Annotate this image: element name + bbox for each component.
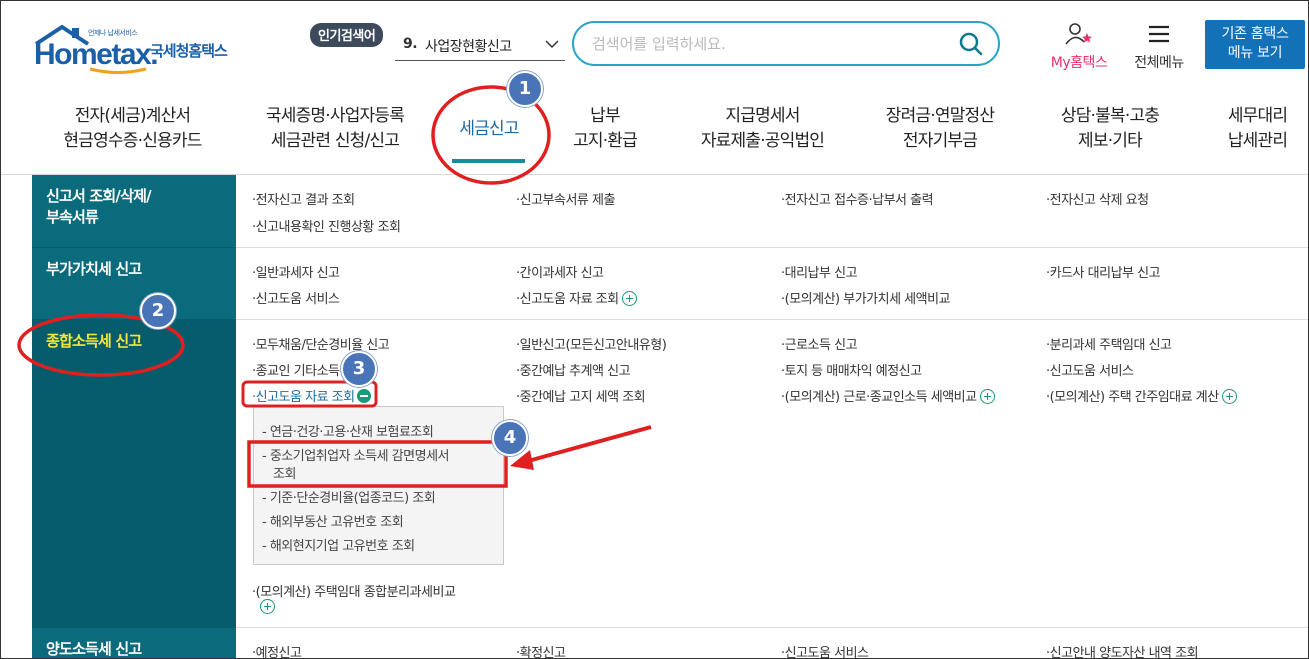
search-input[interactable] [592,32,932,56]
menu-link[interactable]: ·전자신고 접수증·납부서 출력 [781,189,934,208]
search-box [572,21,1000,66]
step-badge-3: 3 [341,351,377,387]
menu-link[interactable]: ·모두채움/단순경비율 신고 [252,334,390,353]
menu-link[interactable]: ·(모의계산) 주택임대 종합분리과세비교 [252,581,456,600]
menu-link[interactable]: ·근로소득 신고 [781,334,858,353]
user-star-icon [1065,23,1092,45]
menu-link[interactable]: ·카드사 대리납부 신고 [1046,262,1161,281]
popular-search-term: 사업장현황신고 [425,39,512,55]
step-badge-1: 1 [507,71,543,107]
menu-link[interactable]: ·전자신고 결과 조회 [252,189,355,208]
submenu-item[interactable]: - 기준·단순경비율(업종코드) 조회 [262,487,436,506]
category-report-inquiry[interactable]: 신고서 조회/삭제/부속서류 [32,175,236,247]
menu-link[interactable]: ·신고도움 서비스 [252,288,340,307]
menu-link[interactable]: ·전자신고 삭제 요청 [1046,189,1149,208]
step-badge-2: 2 [140,293,176,329]
expand-plus-icon[interactable] [260,599,275,614]
menu-link[interactable]: ·(모의계산) 부가가치세 세액비교 [781,288,951,307]
menu-link-report-help-data[interactable]: ·신고도움 자료 조회 [252,386,371,405]
hamburger-menu-icon [1149,25,1169,43]
submenu-pointer [236,467,243,479]
gnb-consultation[interactable]: 상담·불복·고충 제보·기타 [1040,104,1180,154]
menu-link[interactable]: ·신고내용확인 진행상황 조회 [252,216,401,235]
logo-slogan: 언제나 납세서비스 [88,29,138,37]
row-divider [236,319,1309,320]
gnb-e-invoice[interactable]: 전자(세금)계산서 현금영수증·신용카드 [50,104,215,154]
submenu-item[interactable]: - 해외부동산 고유번호 조회 [262,511,404,530]
category-income-tax[interactable]: 종합소득세 신고 [32,320,236,627]
menu-link[interactable]: ·중간예납 추계액 신고 [516,360,631,379]
old-home-line1: 기존 홈택스 [1221,26,1289,42]
menu-link[interactable]: ·중간예납 고지 세액 조회 [516,386,646,405]
gnb-payment-statement[interactable]: 지급명세서 자료제출·공익법인 [685,104,840,154]
submenu-item[interactable]: - 연금·건강·고용·산재 보험료조회 [262,421,434,440]
my-hometax-button[interactable]: My홈택스 [1040,22,1118,72]
submenu-item-sme-tax-reduction[interactable]: - 중소기업취업자 소득세 감면명세서 [262,445,450,464]
logo-korean-name: 국세청홈택스 [150,42,228,60]
my-hometax-label: My홈택스 [1050,55,1108,71]
chevron-down-icon [545,40,559,49]
collapse-minus-icon[interactable] [356,389,371,403]
expand-plus-icon[interactable] [621,291,637,306]
menu-link-expandable[interactable]: ·(모의계산) 주택 간주임대료 계산 [1046,386,1237,405]
menu-link-expandable[interactable]: ·신고도움 자료 조회 [516,288,637,307]
expand-plus-icon[interactable] [979,389,995,404]
category-vat[interactable]: 부가가치세 신고 [32,248,236,319]
menu-link[interactable]: ·분리과세 주택임대 신고 [1046,334,1172,353]
menu-link[interactable]: ·예정신고 [252,642,302,659]
popular-search-rank: 9. [403,36,418,52]
menu-link[interactable]: ·신고도움 서비스 [1046,360,1134,379]
menu-link[interactable]: ·간이과세자 신고 [516,262,604,281]
menu-link[interactable]: ·확정신고 [516,642,566,659]
row-divider [236,627,1309,628]
submenu-item[interactable]: - 해외현지기업 고유번호 조회 [262,535,415,554]
gnb-payment[interactable]: 납부 고지·환급 [555,104,655,154]
popular-search-dropdown[interactable]: 9. 사업장현황신고 [395,30,565,61]
arrow-line [527,425,652,463]
menu-link[interactable]: ·일반과세자 신고 [252,262,340,281]
gnb-incentives[interactable]: 장려금·연말정산 전자기부금 [870,104,1010,154]
step-badge-4: 4 [492,420,528,456]
logo-swoosh-icon [89,67,147,74]
submenu-item-continuation[interactable]: 조회 [273,463,296,482]
gnb-certificates[interactable]: 국세증명·사업자등록 세금관련 신청/신고 [250,104,420,154]
old-home-line2: 메뉴 보기 [1227,45,1283,61]
gnb-active-underline [452,159,525,163]
menu-link[interactable]: ·신고도움 서비스 [781,642,869,659]
submenu-panel: - 연금·건강·고용·산재 보험료조회 - 중소기업취업자 소득세 감면명세서 … [253,406,504,565]
menu-link[interactable]: ·신고부속서류 제출 [516,189,615,208]
gnb-tax-agent[interactable]: 세무대리 납세관리 [1210,104,1305,154]
category-capital-gains[interactable]: 양도소득세 신고 [32,628,236,659]
menu-link[interactable]: ·토지 등 매매차익 예정신고 [781,360,922,379]
menu-link[interactable]: ·대리납부 신고 [781,262,858,281]
gnb-tax-filing[interactable]: 세금신고 [450,117,528,142]
old-hometax-menu-button[interactable]: 기존 홈택스 메뉴 보기 [1205,20,1305,69]
row-divider [236,247,1309,248]
popular-search-badge: 인기검색어 [310,23,384,47]
search-icon[interactable] [958,31,984,57]
hometax-logo[interactable]: 언제나 납세서비스 Hometax. 국세청홈택스 [30,20,250,75]
all-menu-button[interactable]: 전체메뉴 [1126,22,1192,72]
menu-link-expandable[interactable]: ·(모의계산) 근로·종교인소득 세액비교 [781,386,995,405]
expand-plus-icon[interactable] [1221,389,1237,404]
menu-link[interactable]: ·신고안내 양도자산 내역 조회 [1046,642,1199,659]
menu-link[interactable]: ·일반신고(모든신고안내유형) [516,334,667,353]
all-menu-label: 전체메뉴 [1134,55,1184,71]
